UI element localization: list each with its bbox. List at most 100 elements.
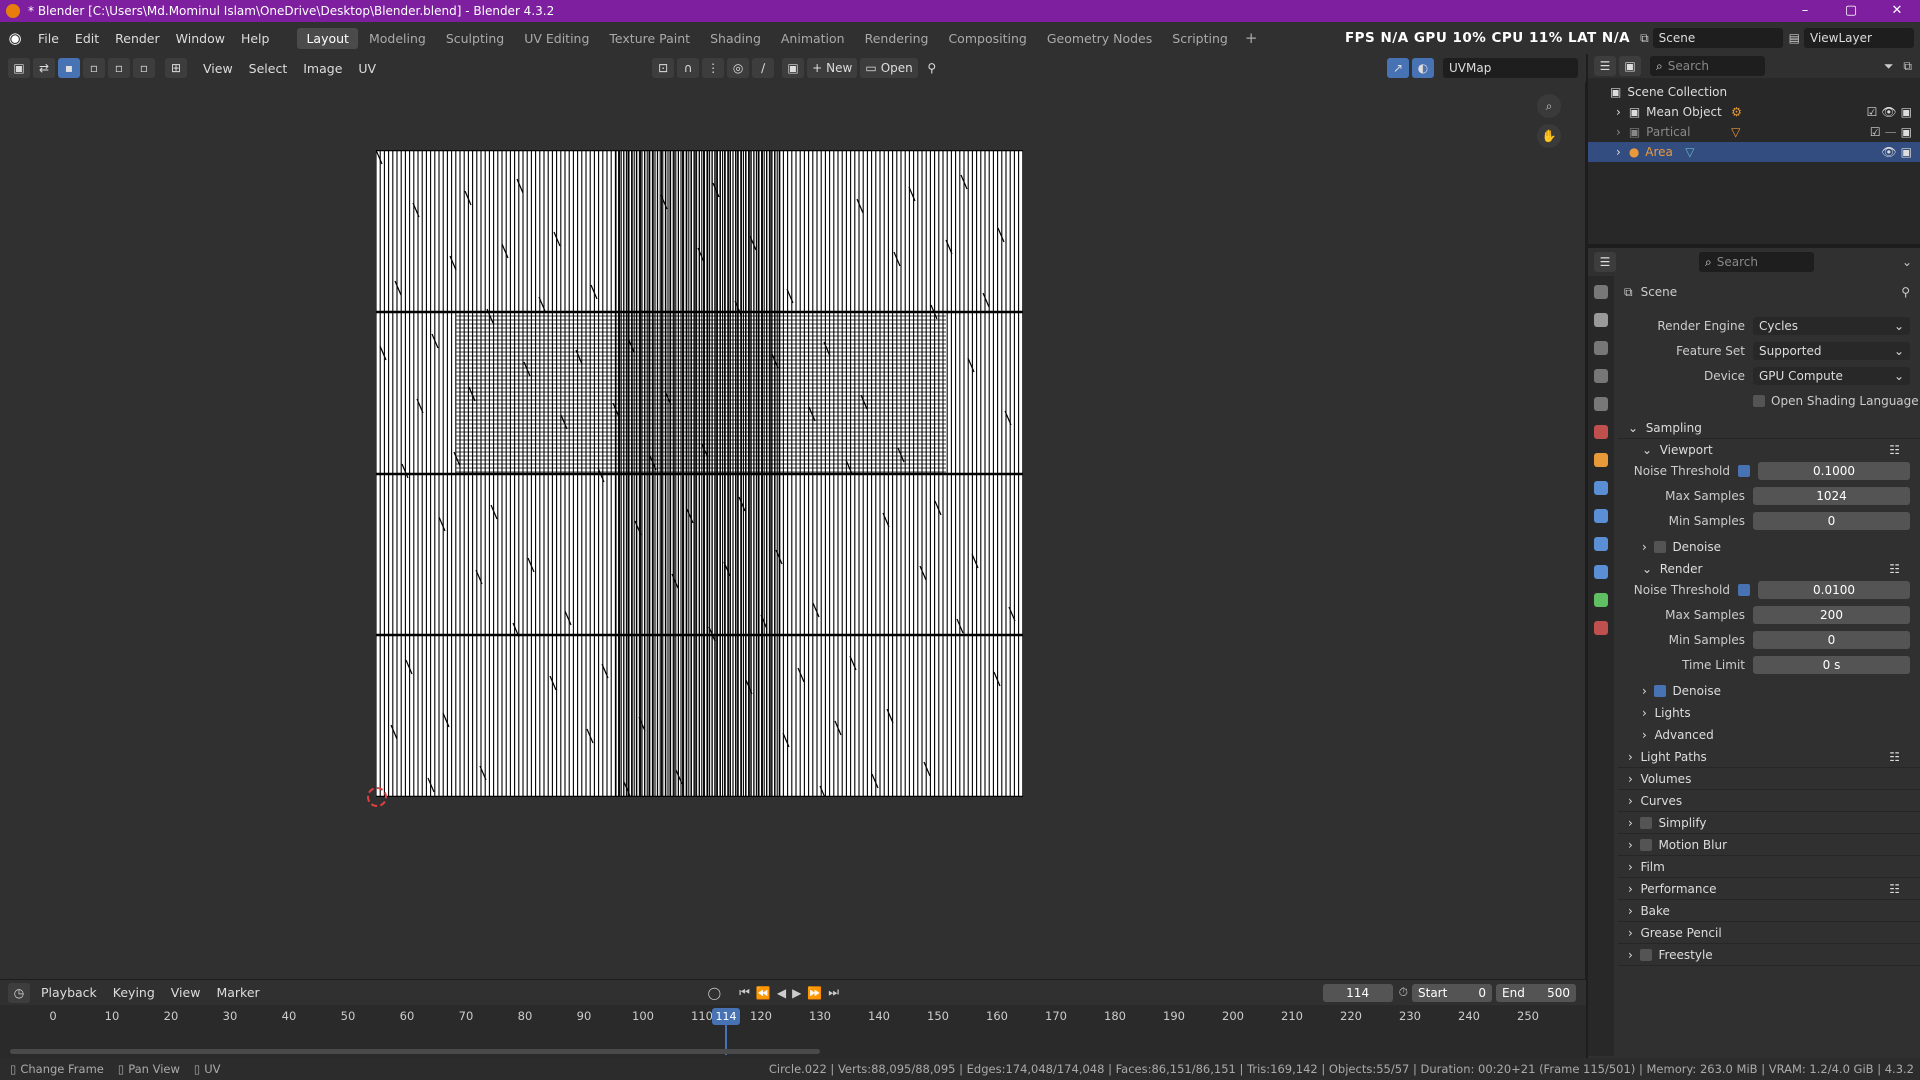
data-tab-icon[interactable] <box>1594 593 1608 607</box>
filter-icon[interactable]: ⏷ <box>1884 59 1894 74</box>
render-tab-icon[interactable] <box>1594 313 1608 327</box>
tab-texture-paint[interactable]: Texture Paint <box>600 28 699 49</box>
island-select-icon[interactable]: ▫ <box>133 58 155 78</box>
menu-help[interactable]: Help <box>233 31 278 46</box>
vertex-select-icon[interactable]: ▪ <box>58 58 80 78</box>
constraints-tab-icon[interactable] <box>1594 565 1608 579</box>
editor-type-icon[interactable]: ▣ <box>8 58 30 78</box>
pin-icon[interactable]: ⚲ <box>921 58 943 78</box>
view-layer-tab-icon[interactable] <box>1594 369 1608 383</box>
camera-icon[interactable]: ▣ <box>1901 145 1912 159</box>
motion-blur-panel[interactable]: › Motion Blur <box>1618 834 1920 856</box>
open-image-button[interactable]: ▭ Open <box>860 58 918 78</box>
sampling-panel-header[interactable]: ⌄ Sampling <box>1618 417 1920 439</box>
menu-select[interactable]: Select <box>241 61 296 76</box>
timeline-area[interactable]: 0 10 20 30 40 50 60 70 80 90 100 110 120 130 140 150 160… <box>0 1005 1586 1058</box>
timeline-view-menu[interactable]: View <box>163 985 209 1000</box>
volumes-panel[interactable]: › Volumes <box>1618 768 1920 790</box>
vp-noise-threshold-checkbox[interactable] <box>1738 465 1750 477</box>
new-collection-icon[interactable]: ⧉ <box>1903 59 1912 74</box>
r-max-samples-field[interactable]: 200 <box>1753 606 1910 624</box>
eye-icon[interactable]: 👁 <box>1881 145 1896 159</box>
camera-icon[interactable]: ▣ <box>1901 125 1912 139</box>
world-tab-icon[interactable] <box>1594 425 1608 439</box>
jump-end-icon[interactable]: ⏭ <box>828 985 839 1000</box>
view-layer-selector[interactable]: ViewLayer <box>1804 28 1914 48</box>
gizmo-toggle-icon[interactable]: ↗ <box>1387 58 1409 78</box>
maximize-button[interactable]: ▢ <box>1828 0 1874 22</box>
curves-panel[interactable]: › Curves <box>1618 790 1920 812</box>
list-icon[interactable]: ☷ <box>1889 750 1900 764</box>
menu-window[interactable]: Window <box>168 31 233 46</box>
pivot-icon[interactable]: ⊡ <box>652 58 675 78</box>
particles-tab-icon[interactable] <box>1594 509 1608 523</box>
image-browse-icon[interactable]: ▣ <box>782 58 805 78</box>
new-image-button[interactable]: + New <box>807 58 858 78</box>
next-keyframe-icon[interactable]: ⏩ <box>807 986 822 1000</box>
view-layer-icon[interactable]: ▤ <box>1789 31 1800 45</box>
outliner-editor-icon[interactable]: ☰ <box>1594 56 1616 76</box>
output-tab-icon[interactable] <box>1594 341 1608 355</box>
auto-keying-icon[interactable]: ◯ <box>708 986 721 1000</box>
vp-min-samples-field[interactable]: 0 <box>1753 512 1910 530</box>
display-mode-icon[interactable]: ▣ <box>1619 56 1641 76</box>
time-limit-field[interactable]: 0 s <box>1753 656 1910 674</box>
outliner-item[interactable]: › ● Area ▽ 👁 ▣ <box>1588 142 1920 162</box>
tab-modeling[interactable]: Modeling <box>360 28 435 49</box>
outliner-item[interactable]: › ▣ Mean Object ⚙ ☑ 👁 ▣ <box>1588 102 1920 122</box>
vp-max-samples-field[interactable]: 1024 <box>1753 487 1910 505</box>
scene-tab-icon[interactable] <box>1594 397 1608 411</box>
viewport-subpanel-header[interactable]: ⌄ Viewport ☷ <box>1618 439 1920 461</box>
outliner-item[interactable]: › ▣ Partical ▽ ☑ — ▣ <box>1588 122 1920 142</box>
checkbox-icon[interactable]: ☑ <box>1870 125 1881 139</box>
vp-noise-threshold-field[interactable]: 0.1000 <box>1758 462 1910 480</box>
timeline-editor-icon[interactable]: ◷ <box>8 982 30 1003</box>
list-icon[interactable]: ☷ <box>1889 882 1900 896</box>
eye-icon[interactable]: 👁 <box>1881 105 1896 119</box>
r-noise-threshold-field[interactable]: 0.0100 <box>1758 581 1910 599</box>
r-denoise-subpanel[interactable]: › Denoise <box>1618 680 1920 702</box>
r-noise-threshold-checkbox[interactable] <box>1738 584 1750 596</box>
falloff-icon[interactable]: ∕ <box>752 58 775 78</box>
simplify-checkbox[interactable] <box>1640 816 1653 829</box>
close-button[interactable]: ✕ <box>1874 0 1920 22</box>
osl-checkbox[interactable] <box>1753 395 1765 407</box>
performance-panel[interactable]: › Performance ☷ <box>1618 878 1920 900</box>
minimize-button[interactable]: – <box>1782 0 1828 22</box>
start-frame-field[interactable]: Start 0 <box>1412 983 1492 1002</box>
snap-icon[interactable]: ∩ <box>677 58 700 78</box>
menu-image[interactable]: Image <box>295 61 350 76</box>
overlay-toggle-icon[interactable]: ◐ <box>1412 58 1434 78</box>
r-min-samples-field[interactable]: 0 <box>1753 631 1910 649</box>
marker-menu[interactable]: Marker <box>208 985 267 1000</box>
snap-target-icon[interactable]: ⋮ <box>702 58 725 78</box>
eye-hidden-icon[interactable]: — <box>1885 125 1897 139</box>
vp-denoise-checkbox[interactable] <box>1654 541 1667 553</box>
tab-geometry-nodes[interactable]: Geometry Nodes <box>1038 28 1161 49</box>
edge-select-icon[interactable]: ▫ <box>83 58 105 78</box>
uvmap-selector[interactable]: UVMap <box>1443 58 1578 78</box>
expand-arrow-icon[interactable]: › <box>1616 145 1621 159</box>
sticky-select-icon[interactable]: ⊞ <box>165 58 187 78</box>
sync-selection-icon[interactable]: ⇄ <box>33 58 55 78</box>
menu-render[interactable]: Render <box>107 31 168 46</box>
timeline-scrollbar[interactable] <box>10 1049 820 1054</box>
pan-hand-icon[interactable]: ✋ <box>1537 124 1561 148</box>
outliner-search[interactable]: ⌕ Search <box>1650 56 1765 76</box>
properties-editor-icon[interactable]: ☰ <box>1594 252 1616 272</box>
2d-cursor-icon[interactable] <box>367 787 387 807</box>
tab-scripting[interactable]: Scripting <box>1163 28 1237 49</box>
blender-menu-icon[interactable]: ◉ <box>0 29 30 47</box>
physics-tab-icon[interactable] <box>1594 537 1608 551</box>
list-icon[interactable]: ☷ <box>1889 443 1900 457</box>
freestyle-panel[interactable]: › Freestyle <box>1618 944 1920 966</box>
modifier-tab-icon[interactable] <box>1594 481 1608 495</box>
scene-icon[interactable]: ⧉ <box>1640 31 1649 46</box>
menu-file[interactable]: File <box>30 31 67 46</box>
material-tab-icon[interactable] <box>1594 621 1608 635</box>
add-workspace-icon[interactable]: + <box>1239 29 1264 47</box>
expand-arrow-icon[interactable]: › <box>1616 105 1621 119</box>
play-reverse-icon[interactable]: ◀ <box>777 986 786 1000</box>
expand-arrow-icon[interactable]: › <box>1616 125 1621 139</box>
uv-viewport[interactable]: ⌕ ✋ <box>0 82 1586 979</box>
